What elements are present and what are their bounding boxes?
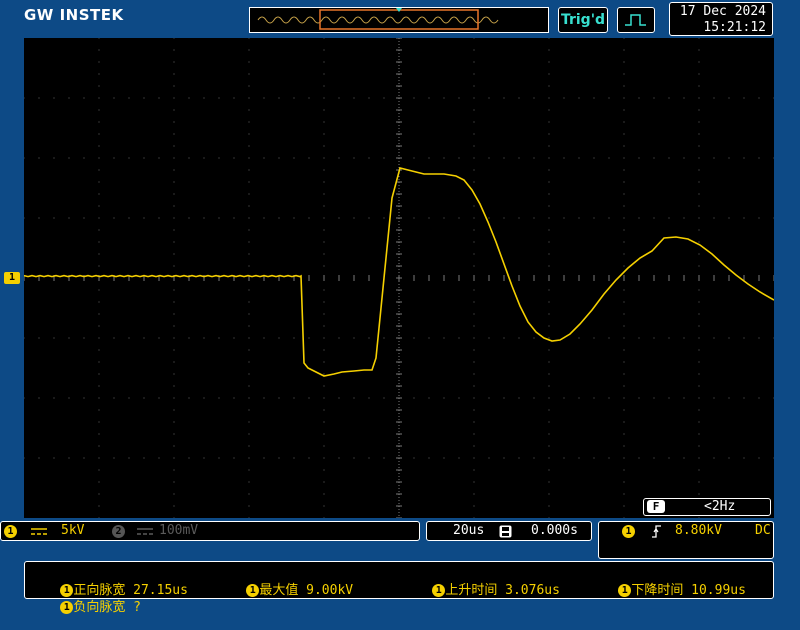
measurement-source-badge: 1 <box>60 601 74 614</box>
measurement-item: 1 负向脉宽 ? <box>29 581 141 630</box>
horizontal-position-icon <box>499 525 512 538</box>
dc-coupling-icon <box>31 528 47 535</box>
trigger-info[interactable]: 1 8.80kV DC <box>598 521 774 559</box>
freq-label: F <box>647 500 665 513</box>
measurement-value: 27.15us <box>133 583 188 598</box>
timebase-info[interactable]: 20us 0.000s <box>426 521 592 541</box>
measurement-source-badge: 1 <box>618 584 632 597</box>
trigger-source-badge: 1 <box>622 525 635 538</box>
measurement-value: 3.076us <box>505 583 560 598</box>
ch1-scale: 5kV <box>61 523 85 538</box>
trigger-mode-button[interactable] <box>617 7 655 33</box>
square-wave-icon <box>625 14 646 26</box>
timebase-scale: 20us <box>453 523 485 538</box>
trigger-status: Trig'd <box>558 7 608 33</box>
memory-overview-waveform <box>257 8 499 30</box>
ch1-ground-marker[interactable]: 1 <box>4 272 20 284</box>
date-time-display: 17 Dec 2024 15:21:12 <box>669 2 773 36</box>
graticule <box>24 38 774 518</box>
overview-window[interactable] <box>319 9 479 30</box>
rising-edge-icon <box>652 525 661 538</box>
waveform-display[interactable] <box>24 38 774 518</box>
date-text: 17 Dec 2024 <box>679 4 766 19</box>
measurement-label: 最大值 <box>259 583 299 598</box>
frequency-counter: F <2Hz <box>643 498 771 516</box>
measurement-label: 下降时间 <box>631 583 684 598</box>
ch1-badge: 1 <box>4 525 17 538</box>
ch2-badge: 2 <box>112 525 125 538</box>
measurement-item: 1 下降时间 10.99us <box>587 564 746 613</box>
measurement-source-badge: 1 <box>246 584 260 597</box>
measurement-label: 上升时间 <box>445 583 498 598</box>
time-text: 15:21:12 <box>703 20 766 35</box>
trigger-level: 8.80kV <box>675 523 722 538</box>
trigger-coupling: DC <box>755 523 771 538</box>
measurement-item: 1 最大值 9.00kV <box>215 564 353 613</box>
ch2-coupling-icon <box>137 528 153 535</box>
measurement-source-badge: 1 <box>432 584 446 597</box>
memory-overview-bar <box>249 7 549 33</box>
brand-logo: GW INSTEK <box>24 6 124 24</box>
timebase-position: 0.000s <box>531 523 578 538</box>
channel-info-bar[interactable]: 1 5kV 2 100mV <box>0 521 420 541</box>
measurement-panel[interactable]: 1 正向脉宽 27.15us 1 最大值 9.00kV 1 上升时间 3.076us … <box>24 561 774 615</box>
freq-value: <2Hz <box>704 499 736 514</box>
measurement-value: ? <box>133 600 141 615</box>
measurement-label: 负向脉宽 <box>73 600 126 615</box>
measurement-value: 9.00kV <box>306 583 354 598</box>
ch2-scale: 100mV <box>159 523 199 538</box>
measurement-item: 1 上升时间 3.076us <box>401 564 560 613</box>
measurement-value: 10.99us <box>691 583 746 598</box>
